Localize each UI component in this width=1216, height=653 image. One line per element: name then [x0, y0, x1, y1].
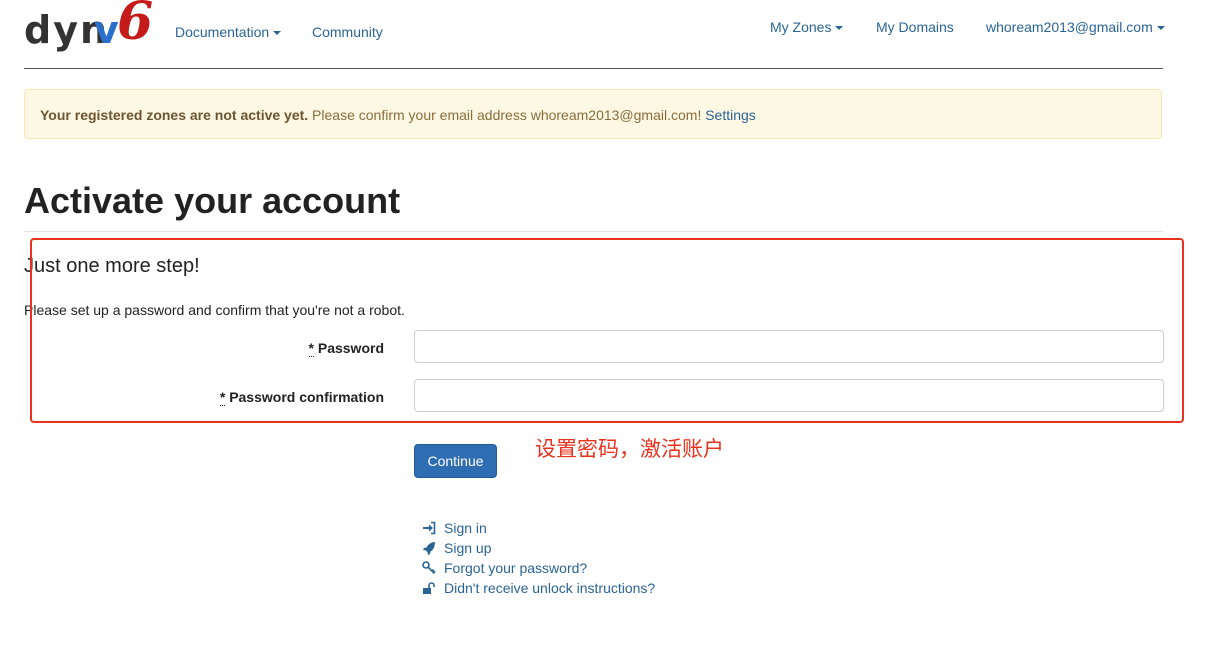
brand-text-6: 6 — [117, 0, 156, 52]
nav-community[interactable]: Community — [312, 24, 383, 40]
sign-up-link[interactable]: Sign up — [422, 538, 655, 558]
form-subtitle: Just one more step! — [24, 255, 200, 277]
sign-up-label: Sign up — [444, 540, 492, 556]
password-label-text: Password — [317, 340, 384, 356]
nav-account-email: whoream2013@gmail.com — [986, 19, 1153, 35]
zones-inactive-alert: Your registered zones are not active yet… — [24, 89, 1162, 139]
nav-my-domains[interactable]: My Domains — [876, 19, 954, 35]
form-description: Please set up a password and confirm tha… — [24, 302, 405, 318]
caret-down-icon — [1156, 26, 1165, 31]
password-input[interactable] — [414, 330, 1164, 363]
top-navbar: dyn v 6 Documentation Community My Zones… — [24, 0, 1165, 69]
nav-account-dropdown[interactable]: whoream2013@gmail.com — [986, 19, 1165, 35]
password-label: * Password — [308, 339, 384, 357]
alert-settings-link[interactable]: Settings — [705, 107, 756, 123]
sign-in-label: Sign in — [444, 520, 487, 536]
nav-documentation-dropdown[interactable]: Documentation — [175, 24, 282, 40]
nav-my-zones-dropdown[interactable]: My Zones — [770, 19, 844, 35]
forgot-password-link[interactable]: Forgot your password? — [422, 558, 655, 578]
unlock-instructions-link[interactable]: Didn't receive unlock instructions? — [422, 578, 655, 598]
password-confirmation-label-text: Password confirmation — [229, 389, 384, 405]
annotation-text: 设置密码，激活账户 — [535, 437, 724, 461]
title-divider — [24, 231, 1163, 232]
required-mark: * — [308, 340, 314, 357]
key-icon — [422, 561, 436, 575]
sign-in-icon — [423, 521, 436, 535]
password-confirmation-label: * Password confirmation — [219, 388, 384, 406]
alert-text: Please confirm your email address whorea… — [308, 107, 706, 123]
nav-my-zones-label: My Zones — [770, 19, 832, 35]
caret-down-icon — [273, 31, 282, 36]
nav-documentation-label: Documentation — [175, 24, 270, 40]
unlock-icon — [423, 582, 435, 594]
continue-button[interactable]: Continue — [414, 444, 497, 478]
forgot-password-label: Forgot your password? — [444, 560, 588, 576]
auth-links-list: Sign in Sign up Forgot your password? Di… — [422, 518, 655, 598]
password-confirmation-input[interactable] — [414, 379, 1164, 412]
caret-down-icon — [835, 26, 844, 31]
unlock-instructions-label: Didn't receive unlock instructions? — [444, 580, 656, 596]
alert-bold-text: Your registered zones are not active yet… — [40, 107, 309, 123]
required-mark: * — [219, 389, 226, 406]
sign-in-link[interactable]: Sign in — [422, 518, 655, 538]
rocket-icon — [423, 542, 435, 555]
page-title: Activate your account — [24, 180, 401, 221]
